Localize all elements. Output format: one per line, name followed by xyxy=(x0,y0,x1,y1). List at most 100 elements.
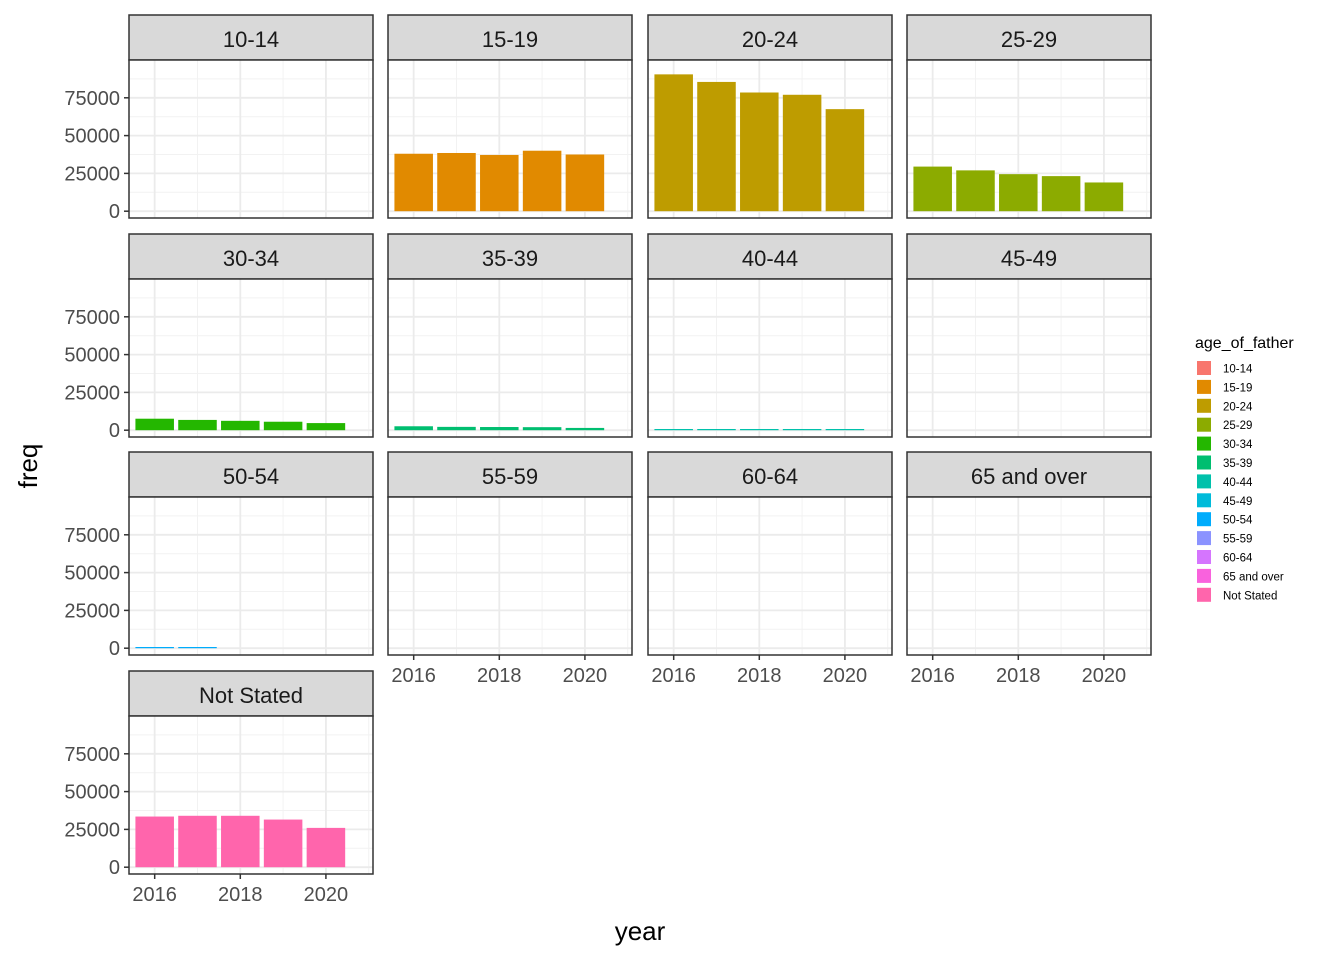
legend-label: 20-24 xyxy=(1223,401,1253,413)
legend: age_of_father 10-14 15-19 20-24 25-29 30-34 35… xyxy=(1195,335,1294,602)
bar-30-34-2020 xyxy=(306,423,346,431)
x-tick-label: 2018 xyxy=(996,665,1041,687)
facet-panel-not-stated: Not Stated 0 25000 50000 75000 2016 2018 2020 xyxy=(64,670,374,906)
legend-label: 50-54 xyxy=(1223,515,1253,527)
bar-not-stated-2016 xyxy=(135,816,174,868)
bar-40-44-2018 xyxy=(740,428,779,431)
legend-swatch xyxy=(1197,417,1211,432)
facet-strip-label: 55-59 xyxy=(482,464,538,489)
facet-strip-label: 65 and over xyxy=(971,464,1087,489)
bar-30-34-2019 xyxy=(263,421,303,431)
legend-label: 30-34 xyxy=(1223,439,1253,451)
faceted-bar-chart: 10-14 0 25000 50000 75000 15-19 20-24 25-29 30-3… xyxy=(13,14,1294,946)
y-tick-label: 25000 xyxy=(64,600,120,622)
facet-panel-10-14: 10-14 0 25000 50000 75000 xyxy=(64,14,374,223)
bar-40-44-2016 xyxy=(654,428,693,431)
bar-25-29-2018 xyxy=(999,174,1038,212)
facet-strip-label: 10-14 xyxy=(223,27,279,52)
y-tick-label: 0 xyxy=(109,201,120,223)
y-tick-label: 75000 xyxy=(64,744,120,766)
legend-swatch xyxy=(1197,550,1211,564)
x-axis: 2016 2018 2020 xyxy=(132,874,348,906)
legend-swatch xyxy=(1197,512,1211,527)
facet-panel-30-34: 30-34 0 25000 50000 75000 xyxy=(64,233,374,442)
x-tick-label: 2016 xyxy=(910,665,955,687)
y-axis: 0 25000 50000 75000 xyxy=(64,88,129,223)
legend-item-30-34: 30-34 xyxy=(1197,436,1253,451)
legend-label: 60-64 xyxy=(1223,553,1253,565)
bar-35-39-2019 xyxy=(522,427,562,431)
legend-label: 65 and over xyxy=(1223,571,1284,583)
legend-swatch xyxy=(1197,568,1211,583)
legend-item-10-14: 10-14 xyxy=(1197,361,1253,376)
y-tick-label: 50000 xyxy=(64,563,120,585)
legend-label: 45-49 xyxy=(1223,496,1252,508)
panel-background xyxy=(907,497,1151,655)
facet-strip-label: 30-34 xyxy=(223,246,279,271)
legend-item-40-44: 40-44 xyxy=(1197,474,1253,489)
x-axis: 2016 2018 2020 xyxy=(910,655,1126,687)
y-tick-label: 75000 xyxy=(64,525,120,547)
y-tick-label: 0 xyxy=(109,420,120,442)
facet-strip-label: 45-49 xyxy=(1001,246,1057,271)
bar-30-34-2018 xyxy=(221,420,260,431)
panel-background xyxy=(129,497,373,655)
y-tick-label: 0 xyxy=(109,857,120,879)
bar-25-29-2017 xyxy=(956,170,995,212)
x-tick-label: 2016 xyxy=(651,665,696,687)
facet-panel-20-24: 20-24 xyxy=(647,14,893,219)
facet-panel-65-and-over: 65 and over 2016 2018 2020 xyxy=(906,451,1152,687)
facet-panel-35-39: 35-39 xyxy=(387,233,633,438)
bar-35-39-2018 xyxy=(480,427,519,431)
legend-item-45-49: 45-49 xyxy=(1197,493,1252,508)
bar-40-44-2019 xyxy=(782,428,822,431)
y-axis: 0 25000 50000 75000 xyxy=(64,744,129,879)
bar-not-stated-2020 xyxy=(306,827,346,868)
x-axis-title: year xyxy=(615,916,666,946)
legend-label: 40-44 xyxy=(1223,477,1253,489)
x-tick-label: 2020 xyxy=(563,665,608,687)
bar-25-29-2019 xyxy=(1041,176,1081,212)
y-axis: 0 25000 50000 75000 xyxy=(64,307,129,442)
y-tick-label: 25000 xyxy=(64,819,120,841)
legend-label: 55-59 xyxy=(1223,534,1252,546)
legend-label: Not Stated xyxy=(1223,590,1277,602)
y-tick-label: 50000 xyxy=(64,126,120,148)
bar-15-19-2016 xyxy=(394,153,433,212)
legend-title: age_of_father xyxy=(1195,335,1294,352)
legend-swatch xyxy=(1197,531,1211,546)
x-tick-label: 2018 xyxy=(218,884,263,906)
facet-strip-label: Not Stated xyxy=(199,683,303,708)
legend-label: 15-19 xyxy=(1223,382,1252,394)
legend-item-25-29: 25-29 xyxy=(1197,417,1252,432)
legend-item-not-stated: Not Stated xyxy=(1197,587,1277,602)
y-tick-label: 25000 xyxy=(64,382,120,404)
bar-30-34-2017 xyxy=(178,419,217,431)
panel-background xyxy=(388,497,632,655)
bar-not-stated-2018 xyxy=(221,815,260,868)
legend-swatch xyxy=(1197,587,1211,602)
facet-panels: 10-14 0 25000 50000 75000 15-19 20-24 25-29 30-3… xyxy=(64,14,1152,906)
facet-strip-label: 40-44 xyxy=(742,246,798,271)
facet-strip-label: 60-64 xyxy=(742,464,798,489)
legend-item-50-54: 50-54 xyxy=(1197,512,1253,527)
x-axis: 2016 2018 2020 xyxy=(651,655,867,687)
bars xyxy=(654,428,865,431)
y-tick-label: 50000 xyxy=(64,345,120,367)
x-tick-label: 2020 xyxy=(823,665,868,687)
x-tick-label: 2020 xyxy=(1082,665,1127,687)
y-tick-label: 0 xyxy=(109,638,120,660)
bar-40-44-2017 xyxy=(697,428,736,431)
panel-background xyxy=(648,497,892,655)
bar-30-34-2016 xyxy=(135,418,174,431)
bar-35-39-2016 xyxy=(394,426,433,431)
bar-50-54-2017 xyxy=(178,646,217,649)
legend-item-35-39: 35-39 xyxy=(1197,455,1252,470)
y-tick-label: 25000 xyxy=(64,163,120,185)
facet-strip-label: 50-54 xyxy=(223,464,279,489)
facet-panel-15-19: 15-19 xyxy=(387,14,633,219)
bar-20-24-2016 xyxy=(654,74,693,212)
bar-40-44-2020 xyxy=(825,428,865,431)
y-tick-label: 75000 xyxy=(64,307,120,329)
legend-item-15-19: 15-19 xyxy=(1197,379,1252,394)
